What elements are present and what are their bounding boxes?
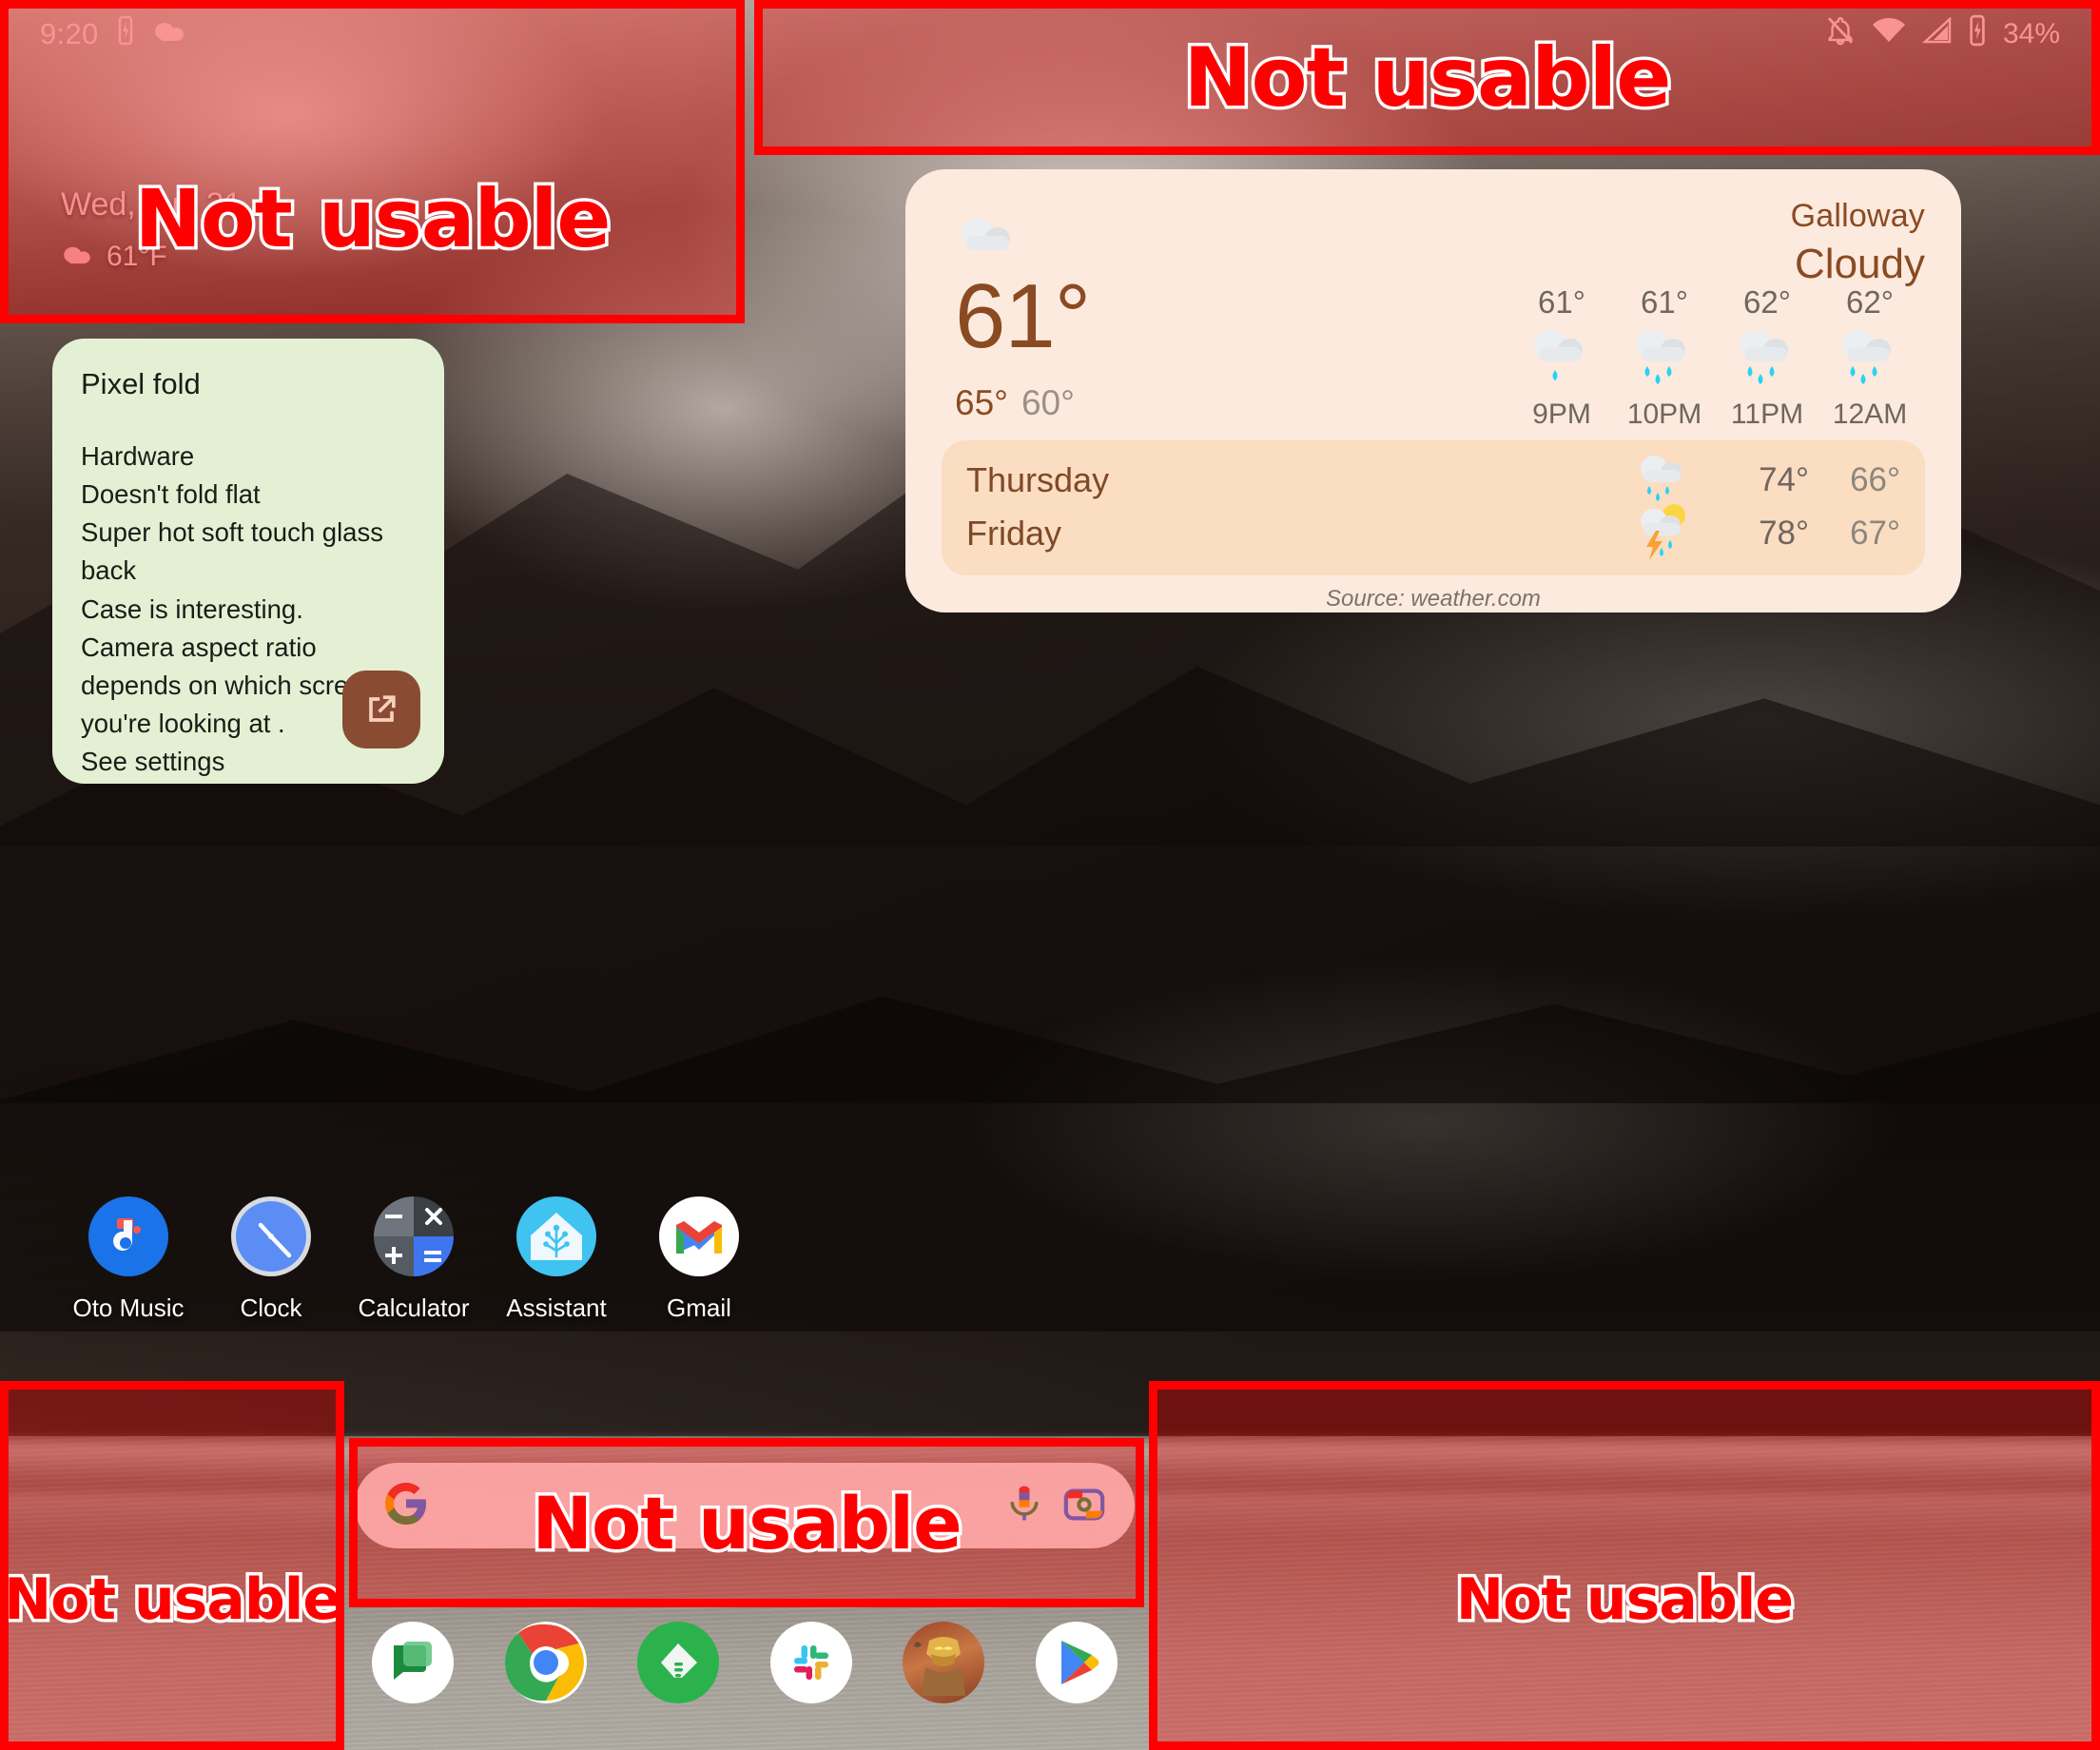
- weather-condition: Cloudy: [1795, 241, 1925, 287]
- daily-forecast-list: Thursday 74° 66° Friday 78° 67°: [942, 440, 1925, 575]
- hourly-forecast-list: 61° 9PM 61° 10PM 62° 11PM 62° 12AM: [1265, 284, 1925, 431]
- weather-current-temp: 61°: [955, 265, 1091, 367]
- weather-source-label: Source: weather.com: [1326, 586, 1541, 612]
- not-usable-overlay-top-left: Not usable: [0, 0, 745, 323]
- cloud-rain-icon: [1619, 451, 1710, 510]
- hourly-temp: 61°: [1538, 284, 1585, 320]
- oto-music-icon: [88, 1196, 168, 1276]
- weather-city: Galloway: [1790, 198, 1925, 234]
- not-usable-overlay-top-right: Not usable: [754, 0, 2100, 155]
- daily-day-label: Thursday: [966, 460, 1110, 499]
- app-label: Gmail: [667, 1293, 731, 1322]
- cloud-rain-light-icon: [1510, 324, 1613, 397]
- daily-forecast-row: Friday 78° 67°: [966, 504, 1900, 560]
- not-usable-overlay-bottom-center: Not usable: [349, 1438, 1144, 1607]
- hourly-forecast-item: 62° 11PM: [1716, 284, 1818, 431]
- app-assistant[interactable]: Assistant: [485, 1196, 628, 1323]
- app-label: Clock: [240, 1293, 302, 1322]
- hourly-time: 9PM: [1532, 399, 1591, 430]
- app-grid: Oto Music Clock Calculator Assistant Gma…: [57, 1196, 770, 1323]
- hourly-time: 10PM: [1626, 399, 1702, 430]
- app-label: Assistant: [506, 1293, 607, 1322]
- android-home-screen: 9:20 34% Wed, Jun 21 61°F Pixel fold Har…: [0, 0, 2100, 1750]
- daily-low: 67°: [1850, 515, 1900, 552]
- dock-app-feedly[interactable]: [637, 1622, 720, 1703]
- weather-high: 65°: [955, 383, 1008, 422]
- hourly-time: 12AM: [1832, 399, 1908, 430]
- dock: [355, 1605, 1135, 1720]
- daily-day-label: Friday: [966, 514, 1062, 553]
- not-usable-overlay-bottom-right: Not usable: [1149, 1381, 2100, 1750]
- keep-note-widget[interactable]: Pixel fold Hardware Doesn't fold flat Su…: [52, 339, 444, 784]
- hourly-time: 11PM: [1730, 399, 1804, 430]
- gmail-icon: [659, 1196, 739, 1276]
- dock-app-messages[interactable]: [372, 1622, 454, 1703]
- dock-app-game[interactable]: [903, 1622, 985, 1703]
- app-clock[interactable]: Clock: [200, 1196, 342, 1323]
- dock-app-slack[interactable]: [769, 1622, 852, 1703]
- hourly-temp: 62°: [1846, 284, 1894, 320]
- weather-widget[interactable]: Galloway Cloudy 61° 65° 60° 61° 9PM 61° …: [905, 169, 1961, 612]
- cloud-rain-icon: [1716, 324, 1818, 397]
- daily-forecast-row: Thursday 74° 66°: [966, 454, 1900, 507]
- app-gmail[interactable]: Gmail: [628, 1196, 770, 1323]
- not-usable-label: Not usable: [1180, 27, 1675, 128]
- cloud-icon: [955, 215, 1018, 260]
- hourly-forecast-item: 62° 12AM: [1818, 284, 1921, 431]
- daily-high: 78°: [1759, 515, 1809, 552]
- calculator-icon: [374, 1196, 454, 1276]
- hourly-forecast-item: 61° 9PM: [1510, 284, 1613, 431]
- thunderstorm-sun-icon: [1619, 502, 1710, 565]
- cloud-rain-icon: [1613, 324, 1716, 397]
- not-usable-label: Not usable: [1452, 1564, 1797, 1637]
- not-usable-label: Not usable: [131, 169, 614, 269]
- dock-app-chrome[interactable]: [504, 1622, 587, 1703]
- app-label: Oto Music: [72, 1293, 185, 1322]
- home-assistant-icon: [516, 1196, 596, 1276]
- cloud-rain-icon: [1818, 324, 1921, 397]
- not-usable-overlay-bottom-left: Not usable: [0, 1381, 344, 1750]
- clock-icon: [231, 1196, 311, 1276]
- app-calculator[interactable]: Calculator: [342, 1196, 485, 1323]
- daily-high: 74°: [1759, 461, 1809, 498]
- daily-low: 66°: [1850, 461, 1900, 498]
- app-label: Calculator: [358, 1293, 470, 1322]
- note-title: Pixel fold: [81, 367, 201, 400]
- hourly-temp: 62°: [1743, 284, 1791, 320]
- open-in-new-icon[interactable]: [342, 671, 420, 749]
- dock-app-play-store[interactable]: [1035, 1622, 1118, 1703]
- not-usable-label: Not usable: [3, 1564, 341, 1637]
- hourly-temp: 61°: [1641, 284, 1688, 320]
- hourly-forecast-item: 61° 10PM: [1613, 284, 1716, 431]
- not-usable-label: Not usable: [529, 1477, 965, 1568]
- app-oto-music[interactable]: Oto Music: [57, 1196, 200, 1323]
- weather-low: 60°: [1021, 383, 1075, 422]
